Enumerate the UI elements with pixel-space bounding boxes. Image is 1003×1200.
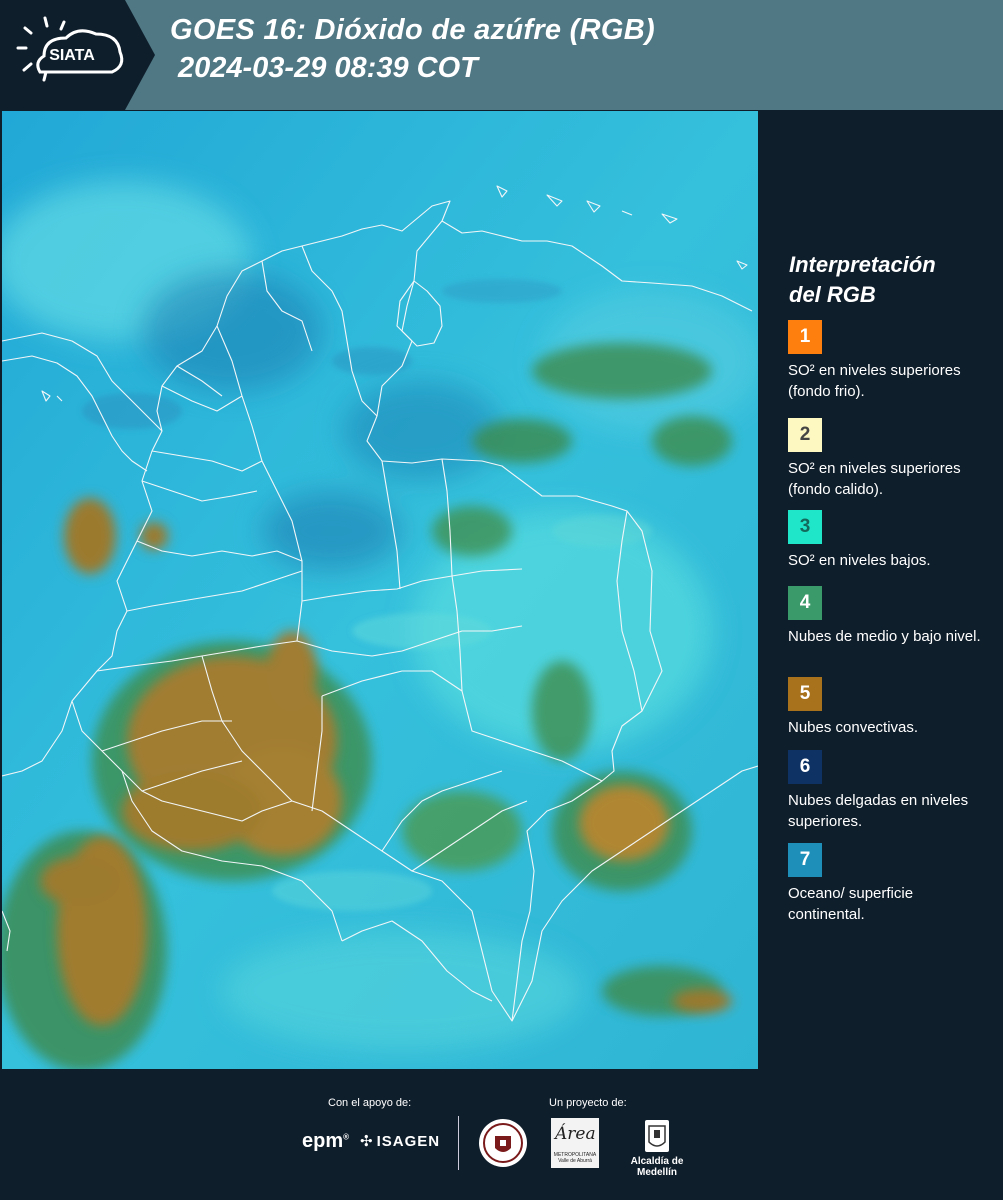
footer: Con el apoyo de: Un proyecto de: epm® ✣ … xyxy=(0,1070,1003,1200)
legend-swatch-1: 1 xyxy=(788,320,822,354)
timestamp: 2024-03-29 08:39 COT xyxy=(178,52,478,84)
alcaldia-shield-icon xyxy=(645,1120,669,1152)
satellite-map xyxy=(2,111,758,1069)
legend-item-1: 1 SO² en niveles superiores (fondo frio)… xyxy=(788,320,988,402)
legend-item-3: 3 SO² en niveles bajos. xyxy=(788,510,988,571)
legend-title-line2: del RGB xyxy=(789,282,876,307)
medellin-university-seal-icon xyxy=(478,1118,528,1173)
siata-logo-text: SIATA xyxy=(49,47,95,64)
epm-logo: epm® xyxy=(302,1130,350,1152)
siata-logo: SIATA xyxy=(0,0,155,110)
isagen-logo-text: ISAGEN xyxy=(376,1132,441,1150)
legend-item-2: 2 SO² en niveles superiores (fondo calid… xyxy=(788,418,988,500)
legend-title: Interpretación del RGB xyxy=(789,250,989,310)
legend-item-5: 5 Nubes convectivas. xyxy=(788,677,988,738)
footer-divider xyxy=(458,1116,459,1170)
legend-swatch-3: 3 xyxy=(788,510,822,544)
area-logo-word: Área xyxy=(555,1124,596,1144)
legend-text-7: Oceano/ superficie continental. xyxy=(788,885,914,923)
isagen-mark-icon: ✣ xyxy=(360,1133,374,1150)
legend-item-7: 7 Oceano/ superficie continental. xyxy=(788,843,988,925)
header-bar: SIATA GOES 16: Dióxido de azúfre (RGB) 2… xyxy=(0,0,1003,110)
legend-text-6: Nubes delgadas en niveles superiores. xyxy=(788,792,969,830)
legend-text-4: Nubes de medio y bajo nivel. xyxy=(788,628,981,645)
legend-swatch-2: 2 xyxy=(788,418,822,452)
legend-title-line1: Interpretación xyxy=(789,252,936,277)
legend-swatch-4: 4 xyxy=(788,586,822,620)
isagen-logo: ✣ ISAGEN xyxy=(360,1132,441,1151)
project-label: Un proyecto de: xyxy=(549,1097,627,1109)
epm-logo-text: epm xyxy=(302,1130,344,1152)
legend-text-5: Nubes convectivas. xyxy=(788,719,919,736)
legend-item-6: 6 Nubes delgadas en niveles superiores. xyxy=(788,750,988,832)
legend-swatch-6: 6 xyxy=(788,750,822,784)
area-logo-subtitle: METROPOLITANA Valle de Aburrá xyxy=(553,1152,597,1164)
area-metropolitana-logo: Área METROPOLITANA Valle de Aburrá xyxy=(551,1118,599,1168)
legend-text-2: SO² en niveles superiores (fondo calido)… xyxy=(788,460,961,498)
support-label: Con el apoyo de: xyxy=(328,1097,412,1109)
legend-swatch-5: 5 xyxy=(788,677,822,711)
legend-text-1: SO² en niveles superiores (fondo frio). xyxy=(788,362,961,400)
alcaldia-text: Alcaldía de Medellín xyxy=(630,1156,684,1178)
legend-item-4: 4 Nubes de medio y bajo nivel. xyxy=(788,586,988,647)
page-title: GOES 16: Dióxido de azúfre (RGB) xyxy=(170,14,655,46)
legend-swatch-7: 7 xyxy=(788,843,822,877)
legend-text-3: SO² en niveles bajos. xyxy=(788,552,931,569)
alcaldia-logo: Alcaldía de Medellín xyxy=(612,1118,702,1178)
legend-panel: Interpretación del RGB 1 SO² en niveles … xyxy=(758,110,1003,1070)
